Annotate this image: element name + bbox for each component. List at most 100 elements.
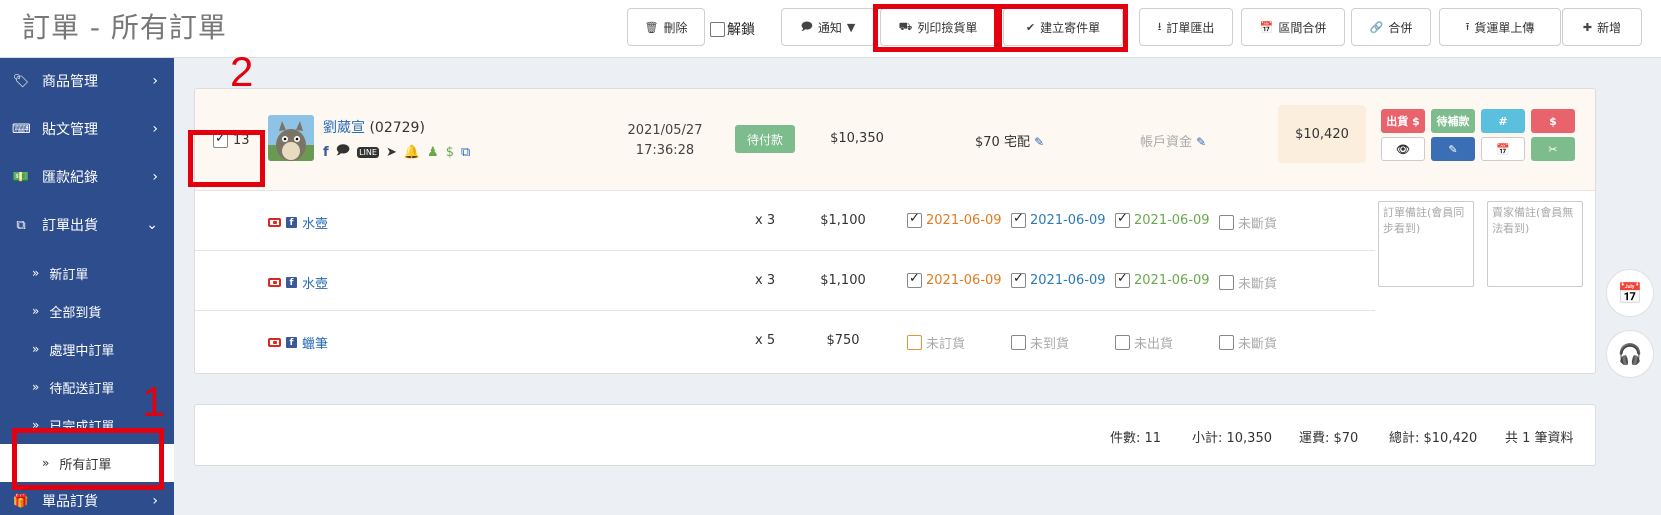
hash-button[interactable]: # — [1481, 109, 1525, 133]
status-arrived[interactable]: 2021-06-09 — [1011, 271, 1106, 288]
account-funds-label: 帳戶資金 — [1140, 135, 1193, 150]
scissors-icon: ✂ — [1548, 142, 1558, 156]
status-out-of-stock[interactable]: 未斷貨 — [1219, 333, 1277, 352]
bell-icon[interactable]: 🔔 — [404, 145, 420, 160]
facebook-icon: f — [286, 217, 297, 228]
print-pick-list-button[interactable]: ⛟ 列印撿貨單 — [880, 8, 996, 46]
sidebar-item-remittance[interactable]: 💵 匯款紀錄 › — [0, 154, 174, 200]
calendar-add-icon: 📅 — [1617, 281, 1643, 305]
headset-icon: 🎧 — [1617, 342, 1643, 366]
status-out-of-stock[interactable]: 未斷貨 — [1219, 273, 1277, 292]
double-chevron-icon: » — [32, 342, 40, 356]
status-out-of-stock[interactable]: 未斷貨 — [1219, 213, 1277, 232]
video-icon — [268, 338, 281, 347]
create-shipment-button[interactable]: ✔ 建立寄件單 — [1003, 8, 1123, 46]
range-merge-label: 區間合併 — [1278, 20, 1327, 35]
facebook-icon[interactable]: f — [323, 145, 329, 160]
telegram-icon[interactable]: ➤ — [386, 145, 397, 160]
status-checkbox[interactable] — [1011, 211, 1026, 228]
view-button[interactable]: 👁 — [1381, 137, 1425, 161]
status-arrived[interactable]: 2021-06-09 — [1011, 211, 1106, 228]
status-checkbox[interactable] — [1115, 335, 1130, 350]
unlock-toggle[interactable]: 解鎖 — [710, 19, 755, 39]
new-order-label: 新增 — [1597, 20, 1622, 35]
copy-icon[interactable]: ⧉ — [461, 145, 470, 160]
range-merge-button[interactable]: 📅 區間合併 — [1241, 8, 1345, 46]
export-orders-button[interactable]: ⭳ 訂單匯出 — [1139, 8, 1233, 46]
calendar-add-button[interactable]: 📅 — [1606, 269, 1654, 317]
sidebar-item-posts[interactable]: ⌨ 貼文管理 › — [0, 106, 174, 152]
order-select-checkbox[interactable] — [213, 131, 228, 148]
pending-payment-button[interactable]: 待補款 — [1431, 109, 1475, 133]
sidebar-subitem-new-orders[interactable]: » 新訂單 — [0, 254, 174, 292]
gift-icon: 🎁 — [12, 493, 30, 509]
upload-waybill-button[interactable]: ⭱ 貨運單上傳 — [1439, 8, 1561, 46]
delete-button[interactable]: 🗑 刪除 — [627, 8, 705, 46]
status-arrived[interactable]: 未到貨 — [1011, 333, 1069, 352]
item-name-link[interactable]: 水壺 — [302, 213, 328, 232]
sidebar-item-orders[interactable]: ⧉ 訂單出貨 ⌄ — [0, 202, 174, 248]
order-select[interactable]: 13 — [213, 131, 250, 148]
status-checkbox[interactable] — [1219, 275, 1234, 290]
status-checkbox[interactable] — [907, 335, 922, 350]
merge-label: 合併 — [1388, 20, 1413, 35]
user-icon[interactable]: ♟ — [427, 145, 439, 160]
notify-label: 通知 — [817, 20, 842, 35]
order-note-field[interactable]: 訂單備註(會員同步看到) — [1378, 201, 1474, 287]
upload-icon: ⭱ — [1465, 19, 1470, 33]
status-checkbox[interactable] — [1011, 271, 1026, 288]
status-checkbox[interactable] — [1219, 335, 1234, 350]
item-name: f 水壺 — [268, 273, 328, 292]
item-name: f 蠟筆 — [268, 333, 328, 352]
status-shipped[interactable]: 未出貨 — [1115, 333, 1173, 352]
summary-records: 共 1 筆資料 — [1505, 431, 1574, 446]
dollar-button[interactable]: $ — [1531, 109, 1575, 133]
status-shipped[interactable]: 2021-06-09 — [1115, 271, 1210, 288]
edit-button[interactable]: ✎ — [1431, 137, 1475, 161]
buyer-name-link[interactable]: 劉葳宣 — [323, 120, 365, 136]
item-name-link[interactable]: 水壺 — [302, 273, 328, 292]
edit-account-icon[interactable]: ✎ — [1196, 135, 1206, 149]
status-checkbox[interactable] — [1219, 215, 1234, 230]
dollar-icon[interactable]: $ — [446, 145, 454, 160]
new-order-button[interactable]: ✚ 新增 — [1562, 8, 1642, 46]
status-checkbox[interactable] — [1115, 211, 1130, 228]
status-checkbox[interactable] — [1011, 335, 1026, 350]
account-funds: 帳戶資金 ✎ — [1140, 131, 1206, 150]
unlock-checkbox[interactable] — [710, 21, 725, 37]
seller-note-field[interactable]: 賣家備註(會員無法看到) — [1487, 201, 1583, 287]
sidebar-item-label: 商品管理 — [42, 74, 98, 90]
status-ordered[interactable]: 2021-06-09 — [907, 271, 1002, 288]
double-chevron-icon: » — [32, 380, 40, 394]
status-ordered[interactable]: 未訂貨 — [907, 333, 965, 352]
support-button[interactable]: 🎧 — [1606, 330, 1654, 378]
merge-button[interactable]: 🔗 合併 — [1351, 8, 1431, 46]
upload-waybill-label: 貨運單上傳 — [1474, 20, 1535, 35]
sidebar-item-products[interactable]: 🏷 商品管理 › — [0, 58, 174, 104]
download-icon: ⭳ — [1157, 19, 1162, 33]
status-badge: 待付款 — [735, 125, 795, 153]
status-shipped[interactable]: 2021-06-09 — [1115, 211, 1210, 228]
notify-dropdown-button[interactable]: 🗩 通知 ▼ — [781, 8, 875, 46]
calendar-button[interactable]: 📅 — [1481, 137, 1525, 161]
sidebar-subitem-all-arrived[interactable]: » 全部到貨 — [0, 292, 174, 330]
ship-pay-button[interactable]: 出貨 $ — [1381, 109, 1425, 133]
messenger-icon[interactable]: 🗩 — [336, 141, 350, 163]
sidebar-subitem-processing[interactable]: » 處理中訂單 — [0, 330, 174, 368]
line-icon[interactable]: LINE — [357, 146, 379, 158]
summary-subtotal: 小計: 10,350 — [1192, 431, 1272, 446]
sidebar-item-single-order[interactable]: 🎁 單品訂貨 › — [0, 482, 174, 515]
sidebar-subitem-all-orders[interactable]: » 所有訂單 — [0, 444, 174, 482]
chevron-right-icon: › — [152, 73, 158, 89]
item-name: f 水壺 — [268, 213, 328, 232]
status-ordered[interactable]: 2021-06-09 — [907, 211, 1002, 228]
status-label: 2021-06-09 — [926, 273, 1002, 288]
status-checkbox[interactable] — [907, 211, 922, 228]
item-name-link[interactable]: 蠟筆 — [302, 333, 328, 352]
status-checkbox[interactable] — [907, 271, 922, 288]
status-label: 未斷貨 — [1238, 337, 1278, 352]
export-orders-label: 訂單匯出 — [1166, 20, 1215, 35]
edit-shipping-icon[interactable]: ✎ — [1034, 135, 1044, 149]
split-button[interactable]: ✂ — [1531, 137, 1575, 161]
status-checkbox[interactable] — [1115, 271, 1130, 288]
